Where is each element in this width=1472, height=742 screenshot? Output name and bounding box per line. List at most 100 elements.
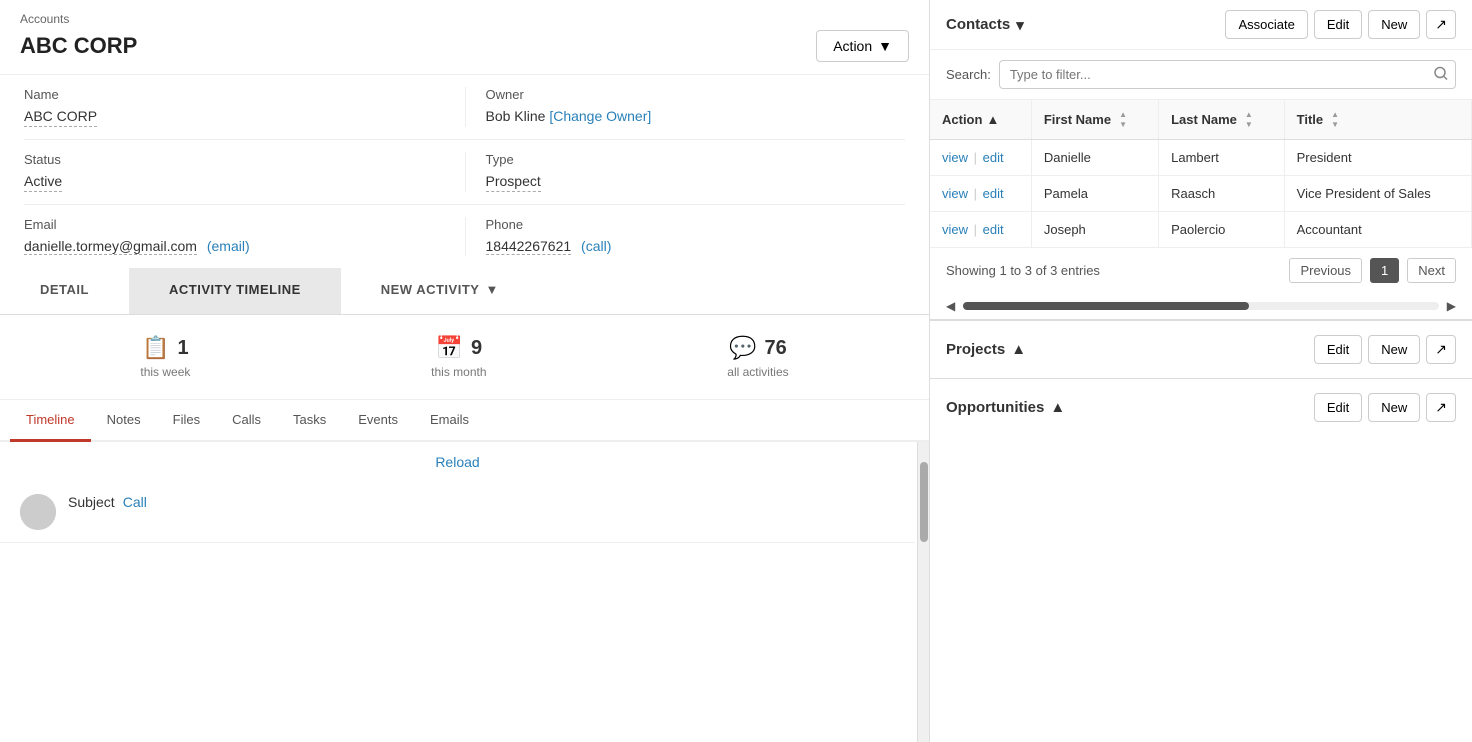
col-first-name[interactable]: First Name ▲ ▼ <box>1031 100 1158 140</box>
timeline-scrollbar[interactable] <box>917 442 929 742</box>
email-link[interactable]: (email) <box>207 238 250 254</box>
scroll-right-icon[interactable]: ▶ <box>1447 299 1456 313</box>
clipboard-icon: 📋 <box>142 335 169 361</box>
projects-title[interactable]: Projects ▲ <box>946 341 1026 358</box>
reload-link[interactable]: Reload <box>0 442 915 482</box>
calendar-icon: 📅 <box>436 335 463 361</box>
sort-up-icon: ▲ <box>986 112 999 127</box>
opportunities-section: Opportunities ▲ Edit New ↗ <box>930 378 1472 436</box>
current-page-button[interactable]: 1 <box>1370 258 1399 283</box>
stat-week: 📋 1 this week <box>140 335 190 379</box>
previous-page-button[interactable]: Previous <box>1289 258 1362 283</box>
projects-external-link-icon[interactable]: ↗ <box>1426 335 1456 364</box>
sub-tab-events[interactable]: Events <box>342 400 414 442</box>
horizontal-scrollbar[interactable]: ◀ ▶ <box>930 293 1472 319</box>
next-page-button[interactable]: Next <box>1407 258 1456 283</box>
first-name-sort-down-icon: ▼ <box>1119 120 1127 129</box>
row1-action: view | edit <box>930 140 1031 176</box>
contacts-section: Contacts ▾ Associate Edit New ↗ Search: <box>930 0 1472 320</box>
activity-type[interactable]: Call <box>123 494 147 510</box>
projects-actions: Edit New ↗ <box>1314 335 1456 364</box>
sub-tab-calls[interactable]: Calls <box>216 400 277 442</box>
row2-edit-link[interactable]: edit <box>983 186 1004 201</box>
contacts-external-link-icon[interactable]: ↗ <box>1426 10 1456 39</box>
row1-edit-link[interactable]: edit <box>983 150 1004 165</box>
fields-row-1: Name ABC CORP Owner Bob Kline [Change Ow… <box>24 75 905 140</box>
opportunities-title[interactable]: Opportunities ▲ <box>946 399 1065 416</box>
stats-bar: 📋 1 this week 📅 9 this month 💬 76 all ac… <box>0 315 929 400</box>
sub-tab-timeline[interactable]: Timeline <box>10 400 91 442</box>
search-icon-button[interactable] <box>1434 66 1448 83</box>
contacts-table-header-row: Action ▲ First Name ▲ ▼ <box>930 100 1472 140</box>
sub-tab-emails[interactable]: Emails <box>414 400 485 442</box>
phone-value: 18442267621 (call) <box>486 238 612 256</box>
email-label: Email <box>24 217 453 232</box>
contacts-new-button[interactable]: New <box>1368 10 1420 39</box>
projects-new-button[interactable]: New <box>1368 335 1420 364</box>
search-label: Search: <box>946 67 991 82</box>
action-button-label: Action <box>833 38 872 54</box>
call-link[interactable]: (call) <box>581 238 611 254</box>
tab-new-activity[interactable]: NEW ACTIVITY ▼ <box>341 268 539 314</box>
opportunities-new-button[interactable]: New <box>1368 393 1420 422</box>
projects-chevron-icon: ▲ <box>1011 341 1026 358</box>
activity-item: Subject Call <box>0 482 915 543</box>
scroll-left-icon[interactable]: ◀ <box>946 299 955 313</box>
name-value: ABC CORP <box>24 108 97 127</box>
projects-title-text: Projects <box>946 341 1005 358</box>
last-name-sort-down-icon: ▼ <box>1245 120 1253 129</box>
contacts-table-scroll[interactable]: Action ▲ First Name ▲ ▼ <box>930 100 1472 248</box>
contacts-title[interactable]: Contacts ▾ <box>946 16 1024 34</box>
tab-activity-timeline[interactable]: ACTIVITY TIMELINE <box>129 268 341 314</box>
activity-details: Subject Call <box>68 494 895 510</box>
projects-section: Projects ▲ Edit New ↗ <box>930 320 1472 378</box>
stat-week-label: this week <box>140 365 190 379</box>
pagination: Showing 1 to 3 of 3 entries Previous 1 N… <box>930 248 1472 293</box>
row2-view-link[interactable]: view <box>942 186 968 201</box>
pagination-controls: Previous 1 Next <box>1289 258 1456 283</box>
row1-view-link[interactable]: view <box>942 150 968 165</box>
search-input[interactable] <box>999 60 1456 89</box>
row3-firstname: Joseph <box>1031 212 1158 248</box>
name-label: Name <box>24 87 453 102</box>
main-tabs: DETAIL ACTIVITY TIMELINE NEW ACTIVITY ▼ <box>0 268 929 315</box>
title-sort-up-icon: ▲ <box>1331 110 1339 119</box>
opportunities-external-link-icon[interactable]: ↗ <box>1426 393 1456 422</box>
opportunities-title-text: Opportunities <box>946 399 1044 416</box>
row3-view-link[interactable]: view <box>942 222 968 237</box>
col-last-name[interactable]: Last Name ▲ ▼ <box>1159 100 1285 140</box>
projects-edit-button[interactable]: Edit <box>1314 335 1362 364</box>
fields-row-3: Email danielle.tormey@gmail.com (email) … <box>24 205 905 268</box>
opportunities-edit-button[interactable]: Edit <box>1314 393 1362 422</box>
sub-tab-notes[interactable]: Notes <box>91 400 157 442</box>
type-field: Type Prospect <box>465 152 906 192</box>
row2-firstname: Pamela <box>1031 176 1158 212</box>
change-owner-link[interactable]: [Change Owner] <box>549 108 651 124</box>
action-button[interactable]: Action ▼ <box>816 30 909 62</box>
contacts-edit-button[interactable]: Edit <box>1314 10 1362 39</box>
stat-month-label: this month <box>431 365 486 379</box>
owner-field: Owner Bob Kline [Change Owner] <box>465 87 906 127</box>
row1-firstname: Danielle <box>1031 140 1158 176</box>
timeline-scroll-container[interactable]: Reload Subject Call <box>0 442 929 742</box>
breadcrumb: Accounts <box>20 12 909 26</box>
col-action[interactable]: Action ▲ <box>930 100 1031 140</box>
new-activity-chevron-icon: ▼ <box>485 282 498 297</box>
col-title[interactable]: Title ▲ ▼ <box>1284 100 1471 140</box>
title-sort-down-icon: ▼ <box>1331 120 1339 129</box>
table-row: view | edit Danielle Lambert President <box>930 140 1472 176</box>
sub-tab-files[interactable]: Files <box>157 400 216 442</box>
row3-edit-link[interactable]: edit <box>983 222 1004 237</box>
row1-lastname: Lambert <box>1159 140 1285 176</box>
search-input-wrap <box>999 60 1456 89</box>
message-icon: 💬 <box>729 335 756 361</box>
opportunities-actions: Edit New ↗ <box>1314 393 1456 422</box>
tab-detail[interactable]: DETAIL <box>0 268 129 314</box>
associate-button[interactable]: Associate <box>1225 10 1307 39</box>
sub-tabs: Timeline Notes Files Calls Tasks Events … <box>0 400 929 442</box>
sub-tab-tasks[interactable]: Tasks <box>277 400 342 442</box>
timeline-area: Reload Subject Call <box>0 442 929 742</box>
status-value: Active <box>24 173 62 192</box>
scrollbar-thumb <box>920 462 928 542</box>
right-panel: Contacts ▾ Associate Edit New ↗ Search: <box>930 0 1472 742</box>
